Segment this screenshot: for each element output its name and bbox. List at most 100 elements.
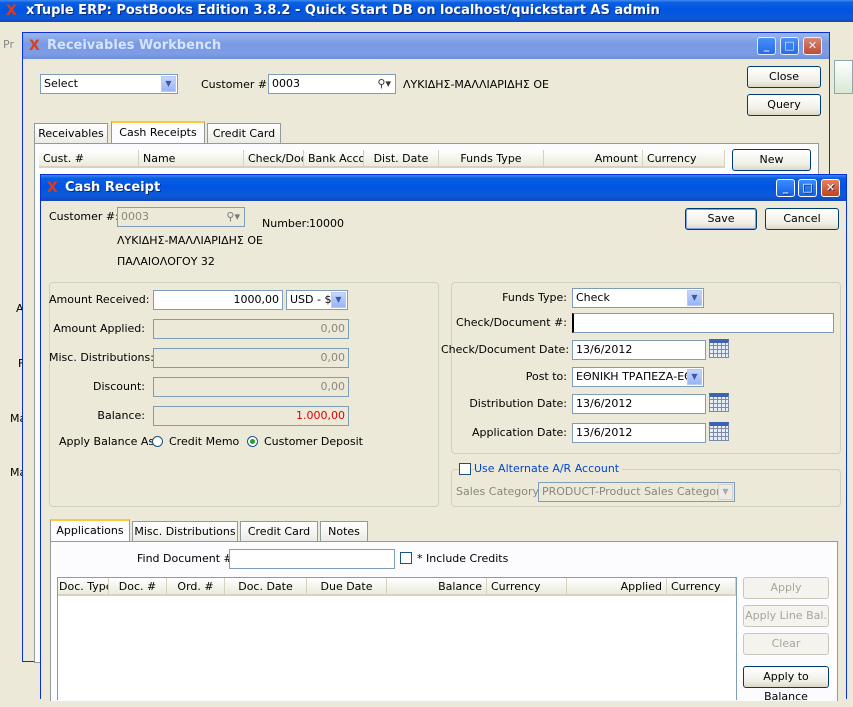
query-button[interactable]: Query — [747, 94, 821, 116]
column-header-check-doc[interactable]: Check/Doc — [244, 150, 304, 168]
distribution-date-field[interactable]: 13/6/2012 — [572, 394, 706, 414]
find-document-label: Find Document #: — [137, 552, 237, 565]
check-document-date-field[interactable]: 13/6/2012 — [572, 340, 706, 360]
tab-cash-receipts[interactable]: Cash Receipts — [111, 121, 205, 143]
column-header-bank-account[interactable]: Bank Accou — [304, 150, 364, 168]
column-header-ord-number[interactable]: Ord. # — [167, 578, 225, 596]
save-button[interactable]: Save — [685, 208, 757, 230]
minimize-icon[interactable]: _ — [757, 37, 776, 55]
cr-customer-label: Customer #: — [49, 210, 119, 223]
amount-received-field[interactable]: 1000,00 — [153, 290, 283, 310]
alternate-ar-label[interactable]: Use Alternate A/R Account — [474, 462, 623, 476]
column-header-name[interactable]: Name — [139, 150, 244, 168]
number-value: 10000 — [309, 217, 344, 230]
chevron-down-icon: ▼ — [718, 484, 733, 500]
post-to-label: Post to: — [525, 370, 567, 383]
column-header-currency[interactable]: Currency — [643, 150, 725, 168]
tab-credit-card[interactable]: Credit Card — [240, 521, 318, 541]
tab-applications[interactable]: Applications — [50, 519, 130, 541]
currency-combo[interactable]: USD - $ ▼ — [286, 290, 348, 310]
cr-customer-field: 0003 ⚲▾ — [117, 207, 245, 227]
column-header-cust[interactable]: Cust. # — [39, 150, 139, 168]
clear-button[interactable]: Clear — [743, 633, 829, 655]
bg-refresh-icon[interactable] — [834, 60, 853, 94]
credit-memo-label[interactable]: Credit Memo — [169, 435, 239, 449]
cr-customer-address: ΠΑΛΑΙΟΛΟΓΟΥ 32 — [117, 255, 215, 268]
new-button[interactable]: New — [732, 149, 811, 171]
column-header-applied-currency[interactable]: Currency — [667, 578, 736, 596]
credit-memo-radio[interactable] — [152, 436, 163, 447]
alternate-ar-checkbox[interactable] — [459, 463, 471, 475]
sales-category-combo: PRODUCT-Product Sales Category ▼ — [538, 482, 735, 502]
select-combo[interactable]: Select ▼ — [40, 74, 178, 94]
balance-field: 1.000,00 — [153, 406, 349, 426]
workbench-customer-label: Customer #: — [201, 78, 271, 91]
distribution-date-label: Distribution Date: — [469, 397, 567, 410]
calendar-icon[interactable] — [709, 339, 729, 358]
post-to-combo[interactable]: ΕΘΝΙΚΗ ΤΡΑΠΕΖΑ-ΕΘΝ ▼ — [572, 367, 704, 387]
cash-receipt-title-bar[interactable]: X Cash Receipt _ □ ✕ — [41, 175, 846, 201]
xtuple-logo-icon: X — [47, 180, 58, 196]
column-header-doc-number[interactable]: Doc. # — [109, 578, 167, 596]
close-button[interactable]: Close — [747, 66, 821, 88]
bg-label-pr: Pr — [3, 38, 14, 51]
column-header-amount[interactable]: Amount — [544, 150, 643, 168]
check-document-date-label: Check/Document Date: — [441, 343, 570, 356]
workbench-customer-field[interactable]: 0003 ⚲▾ — [268, 74, 396, 94]
post-to-value: ΕΘΝΙΚΗ ΤΡΑΠΕΖΑ-ΕΘΝ — [576, 370, 702, 383]
column-header-applied[interactable]: Applied — [567, 578, 667, 596]
chevron-down-icon[interactable]: ▼ — [687, 369, 702, 385]
funds-type-combo[interactable]: Check ▼ — [572, 288, 704, 308]
main-title-bar[interactable]: X xTuple ERP: PostBooks Edition 3.8.2 - … — [0, 0, 853, 22]
check-document-field[interactable] — [572, 313, 834, 333]
cancel-button[interactable]: Cancel — [765, 208, 839, 230]
column-header-doc-type[interactable]: Doc. Type — [58, 578, 109, 596]
tab-notes[interactable]: Notes — [320, 521, 368, 541]
maximize-icon[interactable]: □ — [780, 37, 799, 55]
amount-received-label: Amount Received: — [49, 293, 150, 306]
workbench-title: Receivables Workbench — [47, 38, 222, 53]
search-icon: ⚲▾ — [226, 210, 240, 223]
apply-button[interactable]: Apply — [743, 577, 829, 599]
main-window-title: xTuple ERP: PostBooks Edition 3.8.2 - Qu… — [26, 3, 660, 18]
find-document-field[interactable] — [229, 549, 395, 569]
misc-distributions-label: Misc. Distributions: — [49, 351, 154, 364]
apply-line-balance-button[interactable]: Apply Line Bal. — [743, 605, 829, 627]
minimize-icon[interactable]: _ — [776, 179, 795, 197]
chevron-down-icon[interactable]: ▼ — [687, 290, 702, 306]
column-header-balance[interactable]: Balance — [387, 578, 487, 596]
column-header-funds-type[interactable]: Funds Type — [439, 150, 544, 168]
sales-category-value: PRODUCT-Product Sales Category — [542, 485, 728, 498]
column-header-currency[interactable]: Currency — [487, 578, 567, 596]
currency-value: USD - $ — [290, 293, 332, 306]
tab-credit-card[interactable]: Credit Card — [207, 123, 281, 143]
tab-misc-distributions[interactable]: Misc. Distributions — [132, 521, 238, 541]
column-header-due-date[interactable]: Due Date — [307, 578, 387, 596]
include-credits-checkbox[interactable] — [400, 552, 412, 564]
maximize-icon[interactable]: □ — [798, 179, 817, 197]
calendar-icon[interactable] — [709, 422, 729, 441]
chevron-down-icon[interactable]: ▼ — [161, 76, 176, 92]
funds-type-value: Check — [576, 291, 610, 304]
chevron-down-icon[interactable]: ▼ — [331, 292, 346, 308]
customer-deposit-radio[interactable] — [247, 436, 258, 447]
cash-receipt-title: Cash Receipt — [65, 180, 161, 195]
balance-label: Balance: — [97, 409, 145, 422]
application-date-field[interactable]: 13/6/2012 — [572, 423, 706, 443]
column-header-dist-date[interactable]: Dist. Date — [364, 150, 439, 168]
close-icon[interactable]: ✕ — [803, 37, 822, 55]
close-icon[interactable]: ✕ — [821, 179, 840, 197]
include-credits-label[interactable]: * Include Credits — [417, 552, 508, 566]
apply-to-balance-button[interactable]: Apply to Balance — [743, 666, 829, 703]
workbench-title-bar[interactable]: X Receivables Workbench _ □ ✕ — [23, 33, 829, 59]
search-icon[interactable]: ⚲▾ — [377, 75, 391, 93]
calendar-icon[interactable] — [709, 393, 729, 412]
tab-receivables[interactable]: Receivables — [34, 123, 108, 143]
workbench-customer-value: 0003 — [272, 77, 300, 90]
xtuple-logo-icon: X — [6, 3, 17, 19]
column-header-doc-date[interactable]: Doc. Date — [225, 578, 307, 596]
funds-type-label: Funds Type: — [502, 291, 567, 304]
application-date-label: Application Date: — [472, 426, 567, 439]
check-document-label: Check/Document #: — [456, 316, 567, 329]
customer-deposit-label[interactable]: Customer Deposit — [264, 435, 363, 449]
